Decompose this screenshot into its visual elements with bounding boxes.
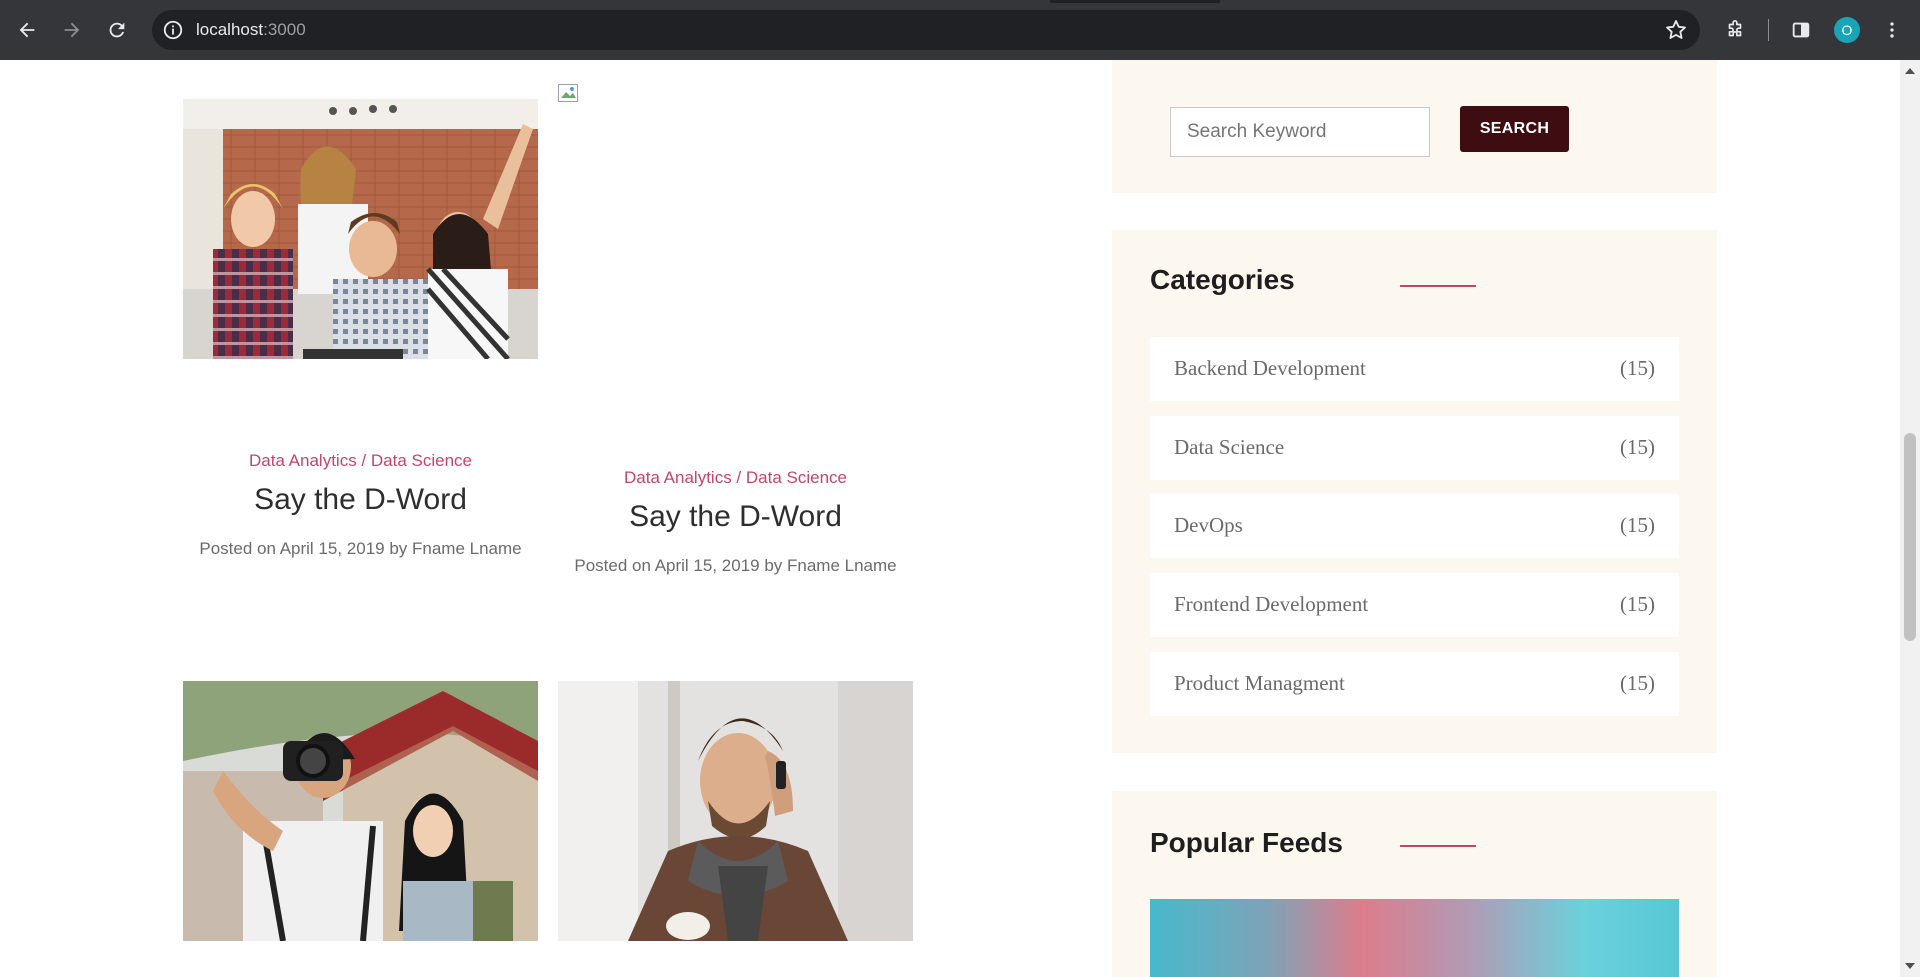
man-on-phone-photo xyxy=(558,681,913,941)
site-info-icon[interactable] xyxy=(162,19,184,41)
bookmark-star-icon[interactable] xyxy=(1664,18,1688,42)
browser-toolbar: localhost:3000 O xyxy=(0,0,1920,60)
post-title[interactable]: Say the D-Word xyxy=(558,500,913,534)
categories-widget: Categories Backend Development (15) Data … xyxy=(1112,230,1717,753)
address-bar[interactable]: localhost:3000 xyxy=(152,10,1700,50)
post-meta-by: by xyxy=(384,539,413,558)
url-text[interactable]: localhost:3000 xyxy=(196,20,306,40)
post-meta-prefix: Posted on xyxy=(199,539,280,558)
widget-title: Popular Feeds xyxy=(1150,827,1343,858)
side-panel-button[interactable] xyxy=(1783,12,1819,48)
widget-title: Categories xyxy=(1150,264,1295,295)
category-count: (15) xyxy=(1620,671,1655,695)
side-panel-icon xyxy=(1792,22,1810,38)
post-image-phone-man[interactable] xyxy=(558,681,913,941)
post-image-photographers[interactable] xyxy=(183,681,538,941)
search-button[interactable]: SEARCH xyxy=(1460,106,1569,152)
category-name: Backend Development xyxy=(1174,356,1366,380)
kebab-menu-icon xyxy=(1890,22,1894,38)
category-item[interactable]: DevOps (15) xyxy=(1150,494,1679,558)
post-author[interactable]: Fname Lname xyxy=(787,556,897,575)
tab-strip-edge xyxy=(1050,0,1220,3)
category-item[interactable]: Backend Development (15) xyxy=(1150,337,1679,401)
page-content: Data Analytics / Data Science Say the D-… xyxy=(0,60,1920,977)
url-host: localhost xyxy=(196,20,264,39)
post-date[interactable]: April 15, 2019 xyxy=(655,556,760,575)
puzzle-icon xyxy=(1728,20,1742,37)
reload-icon xyxy=(109,22,125,38)
scrollbar-thumb[interactable] xyxy=(1904,433,1916,641)
reload-button[interactable] xyxy=(99,12,135,48)
photographer-couple-photo xyxy=(183,681,538,941)
post-meta-by: by xyxy=(759,556,788,575)
title-underline xyxy=(1400,285,1476,287)
popular-feed-image[interactable] xyxy=(1150,899,1679,977)
post-meta: Posted on April 15, 2019 by Fname Lname xyxy=(183,539,538,559)
scroll-up-arrow-icon[interactable] xyxy=(1905,68,1915,74)
category-count: (15) xyxy=(1620,356,1655,380)
post-meta: Posted on April 15, 2019 by Fname Lname xyxy=(558,556,913,576)
category-name: DevOps xyxy=(1174,513,1243,537)
post-category[interactable]: Data Analytics / Data Science xyxy=(558,468,913,488)
popular-feeds-widget: Popular Feeds xyxy=(1112,791,1717,977)
post-category[interactable]: Data Analytics / Data Science xyxy=(183,451,538,471)
category-item[interactable]: Frontend Development (15) xyxy=(1150,573,1679,637)
extensions-button[interactable] xyxy=(1717,12,1753,48)
search-input[interactable] xyxy=(1170,107,1430,157)
search-widget: SEARCH xyxy=(1112,60,1717,193)
post-image-team[interactable] xyxy=(183,99,538,359)
category-name: Data Science xyxy=(1174,435,1285,459)
back-button[interactable] xyxy=(9,12,45,48)
category-name: Product Managment xyxy=(1174,671,1345,695)
post-card: Data Analytics / Data Science Say the D-… xyxy=(183,99,538,558)
category-count: (15) xyxy=(1620,513,1655,537)
category-count: (15) xyxy=(1620,435,1655,459)
toolbar-divider xyxy=(1768,19,1769,41)
scroll-down-arrow-icon[interactable] xyxy=(1905,963,1915,969)
title-underline xyxy=(1400,845,1476,847)
category-count: (15) xyxy=(1620,592,1655,616)
post-title[interactable]: Say the D-Word xyxy=(183,483,538,517)
arrow-right-icon xyxy=(64,22,80,38)
category-item[interactable]: Data Science (15) xyxy=(1150,416,1679,480)
category-item[interactable]: Product Managment (15) xyxy=(1150,652,1679,716)
forward-button[interactable] xyxy=(54,12,90,48)
post-author[interactable]: Fname Lname xyxy=(412,539,522,558)
profile-avatar[interactable]: O xyxy=(1834,17,1860,43)
url-port: :3000 xyxy=(263,20,306,39)
arrow-left-icon xyxy=(19,22,35,38)
category-name: Frontend Development xyxy=(1174,592,1369,616)
broken-image-icon xyxy=(558,84,578,102)
page-scrollbar[interactable] xyxy=(1900,60,1920,977)
browser-menu-button[interactable] xyxy=(1874,12,1910,48)
post-card: Data Analytics / Data Science Say the D-… xyxy=(558,84,913,575)
celebrating-team-photo xyxy=(183,99,538,359)
post-date[interactable]: April 15, 2019 xyxy=(280,539,385,558)
post-meta-prefix: Posted on xyxy=(574,556,655,575)
